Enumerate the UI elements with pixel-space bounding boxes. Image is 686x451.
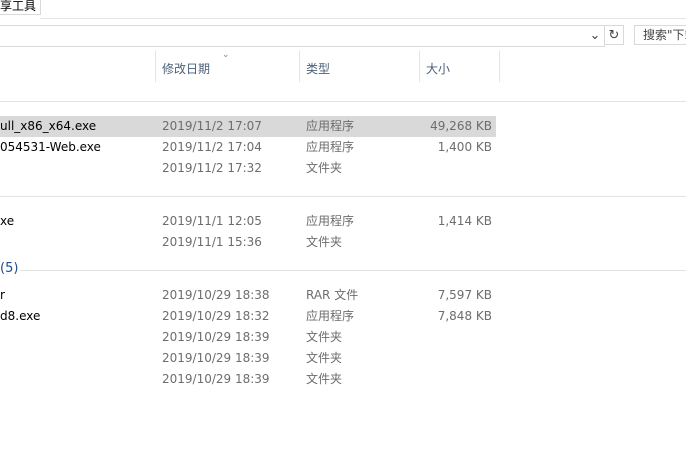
file-type: 文件夹 [306,161,343,175]
file-date: 2019/10/29 18:32 [162,309,270,323]
file-type: 应用程序 [306,309,355,323]
file-row[interactable]: 2019/11/2 17:32 文件夹 [0,158,686,179]
file-type: RAR 文件 [306,288,359,302]
group-divider [0,196,686,197]
address-bar[interactable] [0,25,605,47]
file-date: 2019/10/29 18:39 [162,330,270,344]
file-date: 2019/11/2 17:32 [162,161,262,175]
refresh-icon[interactable]: ↻ [604,25,624,45]
file-type: 应用程序 [306,140,355,154]
column-separator[interactable] [499,50,500,82]
group-header-count[interactable]: (5) [0,261,18,276]
ribbon-tab-tools[interactable]: 享工具 [0,0,41,15]
file-row[interactable]: 2019/10/29 18:39 文件夹 [0,327,686,348]
file-name: d8.exe [0,309,41,323]
file-row[interactable]: r 2019/10/29 18:38 RAR 文件 7,597 KB [0,285,686,306]
file-row[interactable]: xe 2019/11/1 12:05 应用程序 1,414 KB [0,211,686,232]
file-type: 文件夹 [306,235,343,249]
file-name: xe [0,214,15,228]
file-type: 应用程序 [306,119,355,133]
group-divider [20,270,686,271]
file-date: 2019/11/1 12:05 [162,214,262,228]
file-type: 文件夹 [306,330,343,344]
file-type: 应用程序 [306,214,355,228]
file-date: 2019/10/29 18:39 [162,351,270,365]
file-type: 文件夹 [306,351,343,365]
file-size [422,348,492,369]
column-header-size[interactable]: 大小 [419,56,499,82]
file-row[interactable]: ull_x86_x64.exe 2019/11/2 17:07 应用程序 49,… [0,116,686,137]
ribbon-divider [40,18,686,19]
file-name: ull_x86_x64.exe [0,119,97,133]
file-size: 7,597 KB [437,288,492,302]
column-header-type[interactable]: 类型 [299,56,419,82]
file-size [422,327,492,348]
file-name: 054531-Web.exe [0,140,101,154]
file-date: 2019/11/2 17:07 [162,119,262,133]
file-date: 2019/11/2 17:04 [162,140,262,154]
file-size: 1,414 KB [437,214,492,228]
file-date: 2019/10/29 18:39 [162,372,270,386]
file-size: 49,268 KB [430,119,492,133]
file-date: 2019/11/1 15:36 [162,235,262,249]
file-row[interactable]: 054531-Web.exe 2019/11/2 17:04 应用程序 1,40… [0,137,686,158]
file-row[interactable]: 2019/11/1 15:36 文件夹 [0,232,686,253]
file-row[interactable]: d8.exe 2019/10/29 18:32 应用程序 7,848 KB [0,306,686,327]
chevron-down-icon[interactable]: ⌄ [586,25,604,45]
file-size: 7,848 KB [437,309,492,323]
file-size [422,232,492,253]
file-size [422,369,492,390]
file-size [422,158,492,179]
search-input[interactable]: 搜索"下载" [634,25,686,45]
file-size: 1,400 KB [437,140,492,154]
column-header-date[interactable]: 修改日期 [155,56,299,82]
group-divider [0,101,686,102]
file-row[interactable]: 2019/10/29 18:39 文件夹 [0,348,686,369]
file-row[interactable]: 2019/10/29 18:39 文件夹 [0,369,686,390]
file-name: r [0,288,5,302]
file-date: 2019/10/29 18:38 [162,288,270,302]
file-type: 文件夹 [306,372,343,386]
